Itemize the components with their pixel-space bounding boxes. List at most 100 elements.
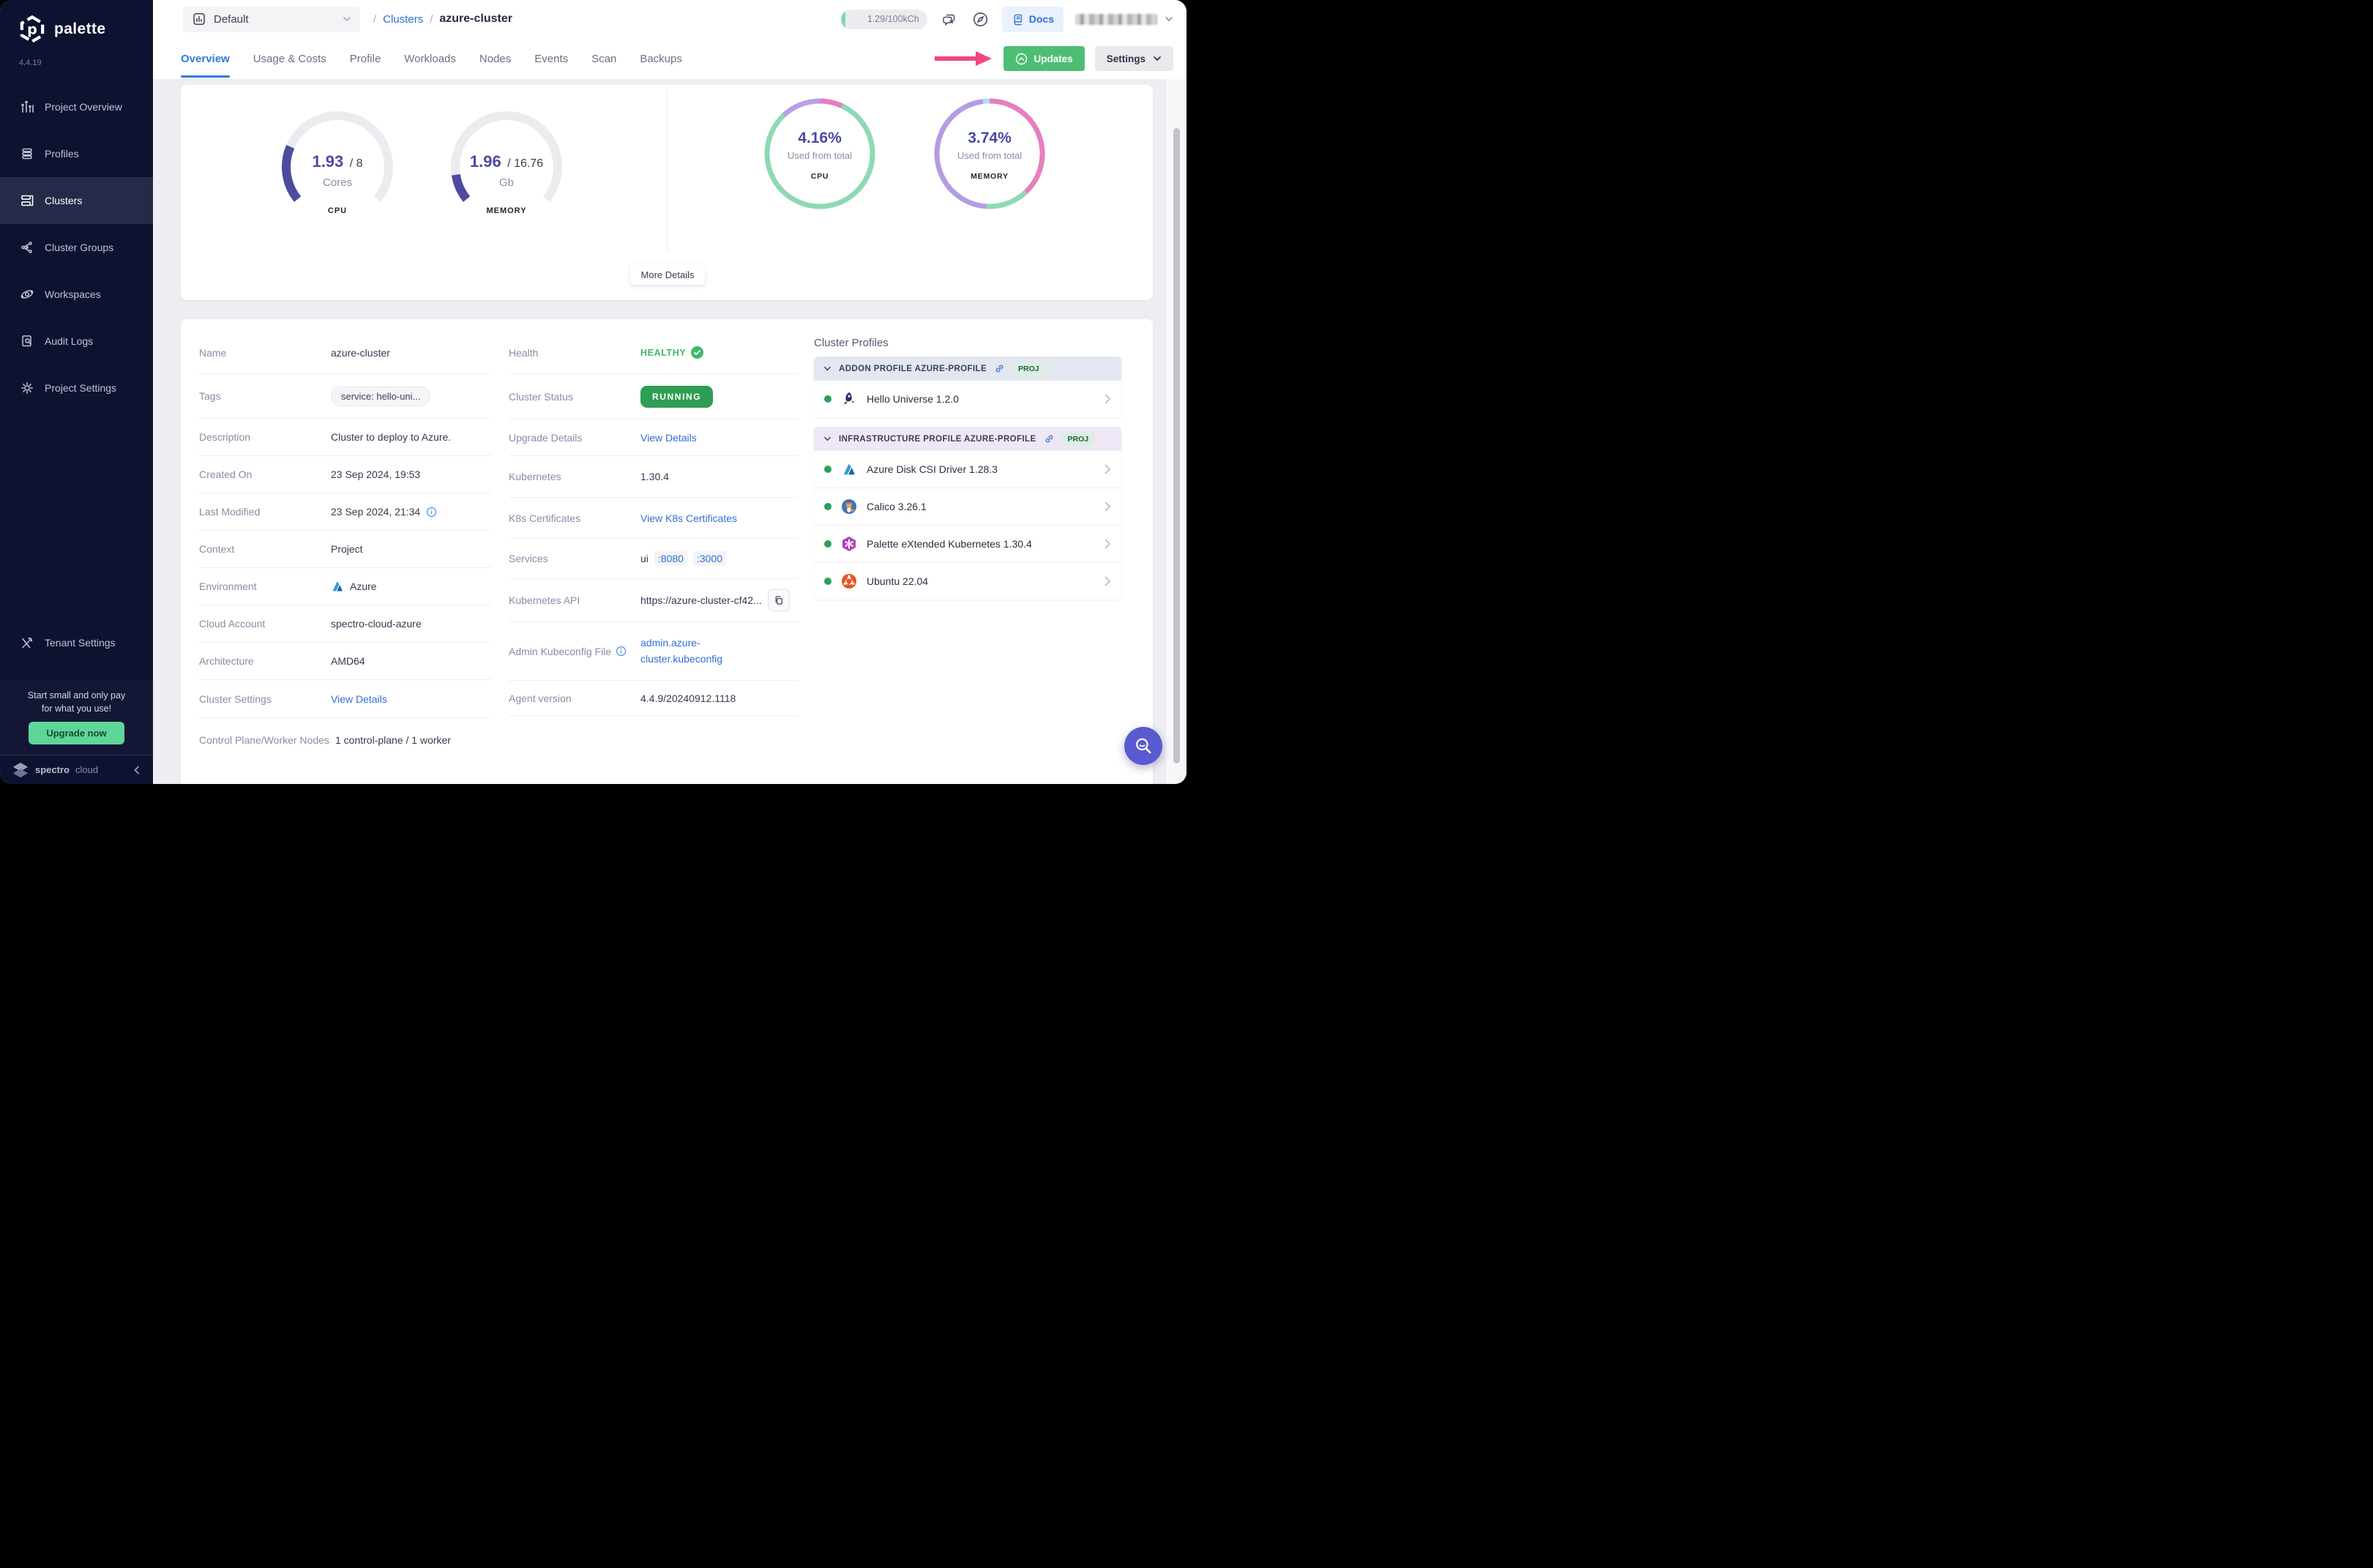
status-dot [824,578,832,585]
infrastructure-profile-group: INFRASTRUCTURE PROFILE AZURE-PROFILE PRO… [814,427,1121,600]
tab-overview[interactable]: Overview [181,38,230,79]
service-port-link[interactable]: :8080 [654,551,687,566]
circle-chevron-up-icon [1015,53,1028,65]
azure-logo-icon [840,460,858,478]
health-status: HEALTHY [640,346,703,359]
tab-events[interactable]: Events [534,38,568,79]
tab-profile[interactable]: Profile [350,38,381,79]
cluster-tab-bar: Overview Usage & Costs Profile Workloads… [153,38,1186,79]
usage-quota-pill: 1.29/100kCh [841,10,927,29]
status-dot [824,503,832,510]
detail-row-architecture: Architecture AMD64 [199,643,492,680]
cluster-settings-view-details-link[interactable]: View Details [331,693,387,705]
svg-text:p: p [27,21,37,38]
chat-button[interactable] [939,10,959,29]
upgrade-now-button[interactable]: Upgrade now [29,722,124,744]
scope-badge: PROJ [1012,362,1045,376]
chevron-down-icon [1153,54,1162,63]
layers-icon [20,146,34,161]
tab-usage-costs[interactable]: Usage & Costs [253,38,326,79]
detail-row-context: Context Project [199,531,492,568]
user-menu[interactable] [1075,14,1173,25]
addon-profile-header[interactable]: ADDON PROFILE AZURE-PROFILE PROJ [814,356,1121,381]
status-column: Health HEALTHY Cluster [509,332,798,716]
user-name-redacted [1075,14,1157,25]
cluster-profiles-panel: Cluster Profiles ADDON PROFILE AZURE-PRO… [814,337,1121,609]
copy-button[interactable] [768,589,790,611]
sidebar-item-project-settings[interactable]: Project Settings [0,365,153,411]
sidebar-footer: spectro cloud [0,755,153,784]
profile-layer-ubuntu[interactable]: Ubuntu 22.04 [814,562,1121,600]
infrastructure-profile-header[interactable]: INFRASTRUCTURE PROFILE AZURE-PROFILE PRO… [814,427,1121,451]
tag-pill[interactable]: service: hello-uni... [331,387,430,406]
detail-row-description: Description Cluster to deploy to Azure. [199,419,492,456]
profile-layer-hello-universe[interactable]: Hello Universe 1.2.0 [814,381,1121,417]
breadcrumb-clusters-link[interactable]: Clusters [383,13,423,26]
info-icon[interactable] [426,507,437,518]
profile-layer-calico[interactable]: Calico 3.26.1 [814,488,1121,525]
scrollbar-thumb[interactable] [1173,128,1180,764]
collapse-sidebar-icon[interactable] [132,766,141,774]
tab-actions: Updates Settings [933,38,1173,79]
chevron-down-icon [823,435,832,443]
cluster-profiles-title: Cluster Profiles [814,337,1121,349]
project-selector[interactable]: Default [183,7,360,32]
topbar-right: 1.29/100kCh Docs [841,7,1173,32]
upgrade-view-details-link[interactable]: View Details [640,432,697,444]
sidebar-item-project-overview[interactable]: Project Overview [0,83,153,130]
chevron-right-icon [1105,394,1111,404]
pxk-hexagon-icon [840,535,858,553]
chevron-down-icon [823,365,832,373]
chevron-right-icon [1105,464,1111,474]
detail-row-name: Name azure-cluster [199,332,492,374]
status-row-admin-kubeconfig: Admin Kubeconfig File admin.azure- clust… [509,622,798,681]
kubeconfig-file-link[interactable]: admin.azure- cluster.kubeconfig [640,635,722,667]
tab-workloads[interactable]: Workloads [404,38,456,79]
book-icon [1012,13,1024,26]
search-icon [1134,736,1153,755]
tab-scan[interactable]: Scan [591,38,616,79]
explore-button[interactable] [971,10,990,29]
info-icon[interactable] [616,646,627,657]
breadcrumb: / Clusters / azure-cluster [373,12,512,26]
memory-donut-value: 3.74% Used from total MEMORY [927,130,1052,181]
palette-logo-icon: p [18,15,47,44]
chevron-down-icon [1165,15,1173,23]
link-icon[interactable] [994,363,1005,374]
sidebar-item-clusters[interactable]: Clusters [0,177,153,224]
sidebar-item-profiles[interactable]: Profiles [0,130,153,177]
profile-layer-azure-disk-csi[interactable]: Azure Disk CSI Driver 1.28.3 [814,451,1121,488]
chevron-right-icon [1105,576,1111,586]
upgrade-promo: Start small and only pay for what you us… [0,679,153,755]
search-fab-button[interactable] [1124,727,1162,765]
view-k8s-certificates-link[interactable]: View K8s Certificates [640,512,737,524]
sidebar-item-audit-logs[interactable]: Audit Logs [0,318,153,365]
project-selector-value: Default [214,13,335,26]
sidebar-item-tenant-settings[interactable]: Tenant Settings [0,619,153,666]
sidebar-item-label: Cluster Groups [45,242,113,253]
sidebar-item-workspaces[interactable]: Workspaces [0,271,153,318]
profile-layer-palette-extended-kubernetes[interactable]: Palette eXtended Kubernetes 1.30.4 [814,525,1121,562]
ubuntu-logo-icon [840,572,858,590]
tab-nodes[interactable]: Nodes [479,38,511,79]
status-row-agent-version: Agent version 4.4.9/20240912.1118 [509,681,798,716]
scope-badge: PROJ [1062,433,1095,446]
detail-row-last-modified: Last Modified 23 Sep 2024, 21:34 [199,493,492,531]
more-details-button[interactable]: More Details [630,264,705,285]
sidebar-item-label: Project Settings [45,382,116,394]
running-status-badge: RUNNING [640,386,713,408]
gear-icon [20,381,34,395]
status-row-upgrade-details: Upgrade Details View Details [509,419,798,456]
breadcrumb-separator: / [373,13,376,26]
docs-button-label: Docs [1029,13,1054,25]
docs-button[interactable]: Docs [1002,7,1064,32]
sidebar-item-label: Profiles [45,148,79,160]
service-port-link[interactable]: :3000 [693,551,726,566]
link-icon[interactable] [1044,433,1055,444]
updates-button[interactable]: Updates [1004,46,1084,71]
details-column: Name azure-cluster Tags service: hello-u… [199,332,492,762]
settings-button[interactable]: Settings [1095,46,1173,71]
sidebar-item-label: Audit Logs [45,335,93,347]
tab-backups[interactable]: Backups [640,38,682,79]
sidebar-item-cluster-groups[interactable]: Cluster Groups [0,224,153,271]
